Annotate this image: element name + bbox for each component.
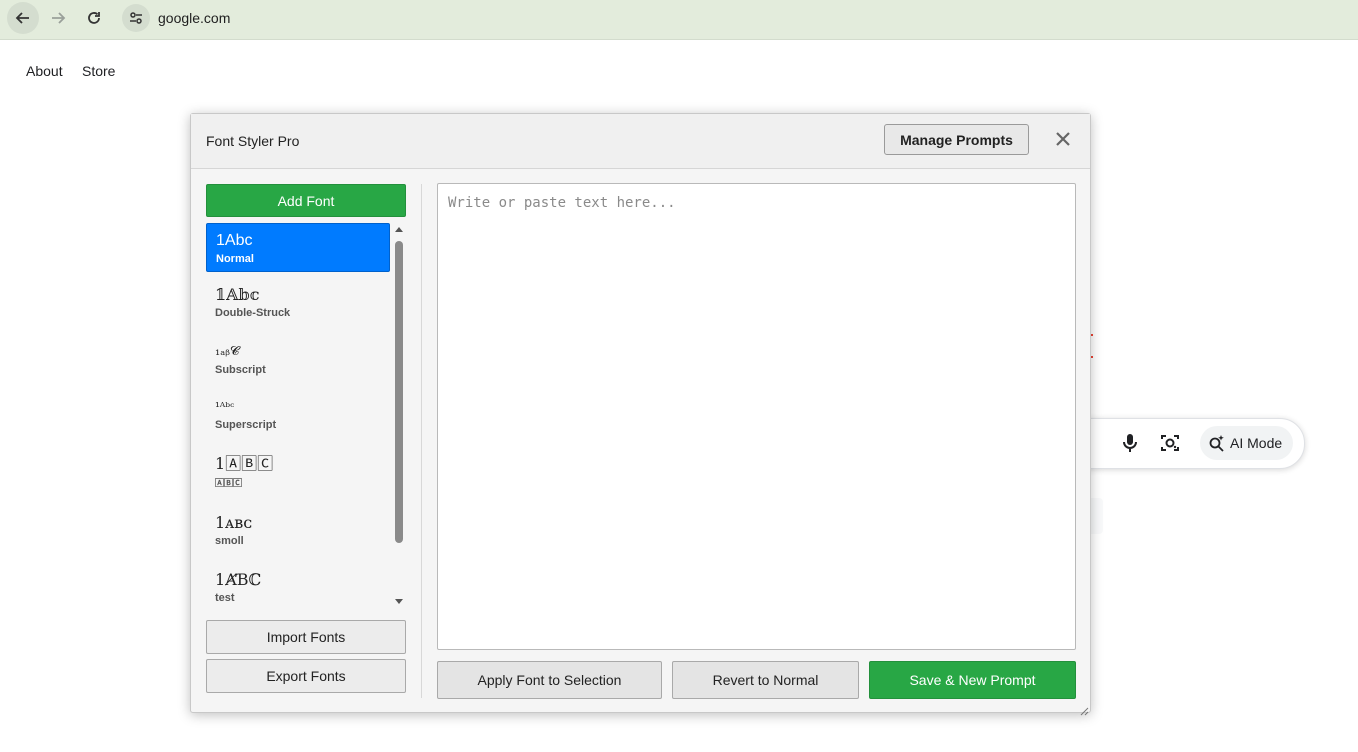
reload-icon [88, 12, 100, 24]
add-font-button[interactable]: Add Font [206, 184, 406, 217]
font-name: smoll [215, 535, 244, 547]
font-sample: 1ᴀʙᴄ [215, 513, 253, 532]
forward-button[interactable] [42, 2, 74, 34]
scroll-up-arrow-icon[interactable] [395, 227, 403, 232]
dialog-header: Font Styler Pro Manage Prompts [191, 114, 1090, 169]
font-name: Normal [216, 253, 254, 265]
sparkle-search-icon [1209, 435, 1224, 452]
apply-font-button[interactable]: Apply Font to Selection [437, 661, 662, 699]
image-search-button[interactable] [1158, 431, 1182, 455]
revert-to-normal-button[interactable]: Revert to Normal [672, 661, 859, 699]
font-item-test[interactable]: 1ȺƁℂ test [206, 563, 390, 609]
ai-mode-label: AI Mode [1230, 435, 1283, 451]
font-item-double-struck[interactable]: 𝟙𝔸𝕓𝕔 Double-Struck [206, 278, 390, 327]
reload-button[interactable] [78, 2, 110, 34]
back-button[interactable] [7, 2, 39, 34]
microphone-icon [1123, 434, 1137, 452]
close-button[interactable] [1053, 128, 1073, 150]
font-sample: ¹ᴬᵇᶜ [215, 400, 235, 414]
close-icon [1056, 132, 1070, 146]
font-sample: 1Abc [216, 232, 253, 249]
export-fonts-button[interactable]: Export Fonts [206, 659, 406, 693]
font-list-scrollbar[interactable] [393, 223, 405, 609]
font-item-superscript[interactable]: ¹ᴬᵇᶜ Superscript [206, 390, 390, 439]
font-sample: 1🄰🄱🄲 [215, 454, 274, 473]
font-name: 🄰🄱🄲 [215, 478, 243, 488]
font-sample: ₁ₐᵦ𝓒 [215, 344, 240, 359]
ai-mode-button[interactable]: AI Mode [1200, 426, 1293, 460]
about-link[interactable]: About [26, 63, 63, 79]
font-list[interactable]: 1Abc Normal 𝟙𝔸𝕓𝕔 Double-Struck ₁ₐᵦ𝓒 Subs… [206, 223, 406, 609]
font-item-subscript[interactable]: ₁ₐᵦ𝓒 Subscript [206, 335, 390, 384]
font-name: Subscript [215, 364, 266, 376]
font-item-squared[interactable]: 1🄰🄱🄲 🄰🄱🄲 [206, 447, 390, 496]
import-fonts-button[interactable]: Import Fonts [206, 620, 406, 654]
panel-divider [421, 184, 422, 698]
camera-lens-icon [1161, 435, 1179, 451]
font-styler-dialog: Font Styler Pro Manage Prompts Add Font … [190, 113, 1091, 716]
tune-icon [130, 12, 142, 24]
arrow-left-icon [15, 12, 29, 24]
arrow-right-icon [52, 12, 66, 24]
site-info-button[interactable] [122, 4, 150, 32]
font-name: test [215, 592, 235, 604]
manage-prompts-button[interactable]: Manage Prompts [884, 124, 1029, 155]
scroll-thumb[interactable] [395, 241, 403, 543]
voice-search-button[interactable] [1118, 431, 1142, 455]
font-sample: 𝟙𝔸𝕓𝕔 [215, 285, 260, 304]
url-text[interactable]: google.com [158, 10, 230, 26]
resize-grip-icon[interactable] [1080, 703, 1089, 716]
font-name: Double-Struck [215, 307, 291, 319]
scroll-down-arrow-icon[interactable] [395, 599, 403, 604]
font-item-smoll[interactable]: 1ᴀʙᴄ smoll [206, 506, 390, 555]
browser-toolbar: google.com [0, 0, 1358, 40]
address-bar[interactable]: google.com [120, 2, 1350, 34]
save-new-prompt-button[interactable]: Save & New Prompt [869, 661, 1076, 699]
dialog-title: Font Styler Pro [206, 133, 300, 149]
text-editor[interactable] [437, 183, 1076, 650]
font-sample: 1ȺƁℂ [215, 570, 262, 589]
font-item-normal[interactable]: 1Abc Normal [206, 223, 390, 272]
font-name: Superscript [215, 419, 277, 431]
store-link[interactable]: Store [82, 63, 115, 79]
